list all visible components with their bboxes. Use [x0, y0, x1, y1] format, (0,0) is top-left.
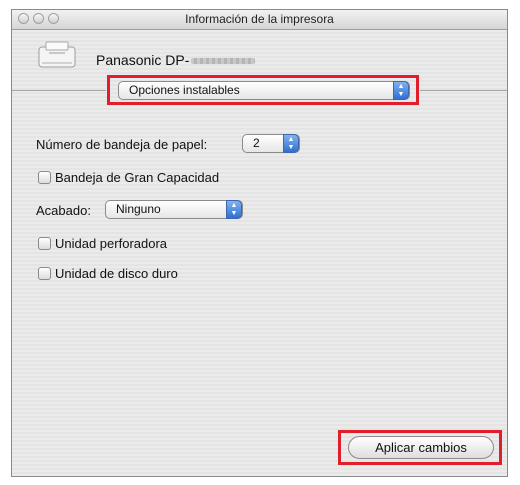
popup-arrows-icon: ▲ ▼ [226, 200, 242, 219]
hard-disk-row: Unidad de disco duro [38, 266, 178, 281]
options-popup[interactable]: Opciones instalables ▲ ▼ [118, 81, 410, 100]
title-bar: Información de la impresora [12, 10, 507, 30]
hard-disk-checkbox[interactable] [38, 267, 51, 280]
tray-popup[interactable]: 2 ▲ ▼ [242, 134, 300, 153]
tray-label: Número de bandeja de papel: [36, 137, 208, 152]
window-title: Información de la impresora [185, 12, 334, 26]
punch-unit-checkbox[interactable] [38, 237, 51, 250]
divider-left [12, 90, 106, 91]
finishing-popup-value: Ninguno [116, 202, 161, 216]
printer-name: Panasonic DP- [96, 52, 190, 68]
tray-popup-value: 2 [253, 136, 260, 150]
divider-right [420, 90, 507, 91]
hard-disk-label: Unidad de disco duro [55, 266, 178, 281]
apply-changes-button[interactable]: Aplicar cambios [348, 436, 494, 459]
printer-info-window: Información de la impresora Panasonic DP… [11, 9, 508, 477]
finishing-popup[interactable]: Ninguno ▲ ▼ [105, 200, 243, 219]
printer-name-row: Panasonic DP- [96, 52, 256, 68]
options-popup-value: Opciones instalables [129, 83, 240, 97]
window-content: Panasonic DP- Opciones instalables ▲ ▼ Nú… [12, 30, 507, 476]
finishing-label: Acabado: [36, 203, 91, 218]
printer-icon [38, 41, 76, 68]
popup-arrows-icon: ▲ ▼ [393, 81, 409, 100]
large-capacity-checkbox[interactable] [38, 171, 51, 184]
punch-unit-row: Unidad perforadora [38, 236, 167, 251]
redacted-model-number [191, 58, 256, 65]
popup-arrows-icon: ▲ ▼ [283, 134, 299, 153]
large-capacity-row: Bandeja de Gran Capacidad [38, 170, 219, 185]
large-capacity-label: Bandeja de Gran Capacidad [55, 170, 220, 185]
punch-unit-label: Unidad perforadora [55, 236, 168, 251]
